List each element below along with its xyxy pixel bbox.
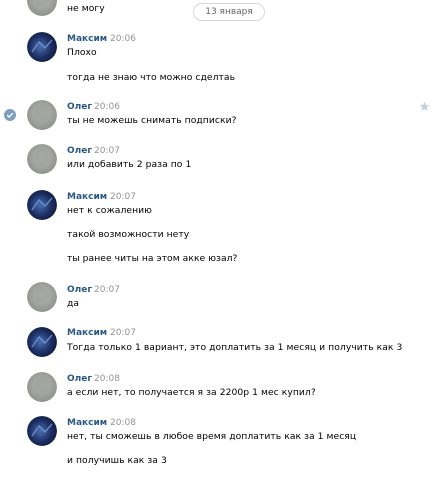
avatar[interactable] xyxy=(27,0,57,16)
message-text: ты ранее читы на этом акке юзал? xyxy=(67,253,238,264)
message-text: Плохо xyxy=(67,47,97,58)
avatar[interactable] xyxy=(27,32,57,62)
avatar[interactable] xyxy=(27,327,57,357)
avatar[interactable] xyxy=(27,100,57,130)
check-circle-icon[interactable] xyxy=(4,109,16,121)
message-time[interactable]: 20:07 xyxy=(110,328,136,338)
message-time[interactable]: 20:07 xyxy=(94,285,120,295)
message-text: ты не можешь снимать подписки? xyxy=(67,115,237,126)
message-text: Тогда только 1 вариант, это доплатить за… xyxy=(67,342,403,353)
message-text: да xyxy=(67,298,80,309)
message-author[interactable]: Максим xyxy=(67,328,107,338)
message-author[interactable]: Олег xyxy=(67,102,92,112)
message-time[interactable]: 20:08 xyxy=(94,374,120,384)
chat-history: 13 января не могу Максим 20:06 Плохо тог… xyxy=(0,0,442,479)
avatar[interactable] xyxy=(27,372,57,402)
message-author[interactable]: Максим xyxy=(67,418,107,428)
message-time[interactable]: 20:07 xyxy=(110,192,136,202)
message-time[interactable]: 20:07 xyxy=(94,146,120,156)
message-author[interactable]: Максим xyxy=(67,34,107,44)
message-text: такой возможности нету xyxy=(67,229,190,240)
message-text: или добавить 2 раза по 1 xyxy=(67,159,192,170)
message-author[interactable]: Олег xyxy=(67,146,92,156)
message-time[interactable]: 20:06 xyxy=(94,102,120,112)
message-author[interactable]: Олег xyxy=(67,285,92,295)
message-text: тогда не знаю что можно сделтаь xyxy=(67,72,236,83)
avatar[interactable] xyxy=(27,190,57,220)
message-text: нет, ты сможешь в любое время доплатить … xyxy=(67,431,357,442)
message-text: а если нет, то получается я за 2200р 1 м… xyxy=(67,387,316,398)
message-text: и получишь как за 3 xyxy=(67,455,167,466)
date-separator: 13 января xyxy=(193,3,265,21)
message-text: не могу xyxy=(67,3,105,14)
message-author[interactable]: Максим xyxy=(67,192,107,202)
avatar[interactable] xyxy=(27,144,57,174)
avatar[interactable] xyxy=(27,416,57,446)
message-text: нет к сожалению xyxy=(67,205,152,216)
avatar[interactable] xyxy=(27,282,57,312)
message-author[interactable]: Олег xyxy=(67,374,92,384)
star-icon[interactable] xyxy=(419,101,430,112)
message-time[interactable]: 20:06 xyxy=(110,34,136,44)
message-time[interactable]: 20:08 xyxy=(110,418,136,428)
